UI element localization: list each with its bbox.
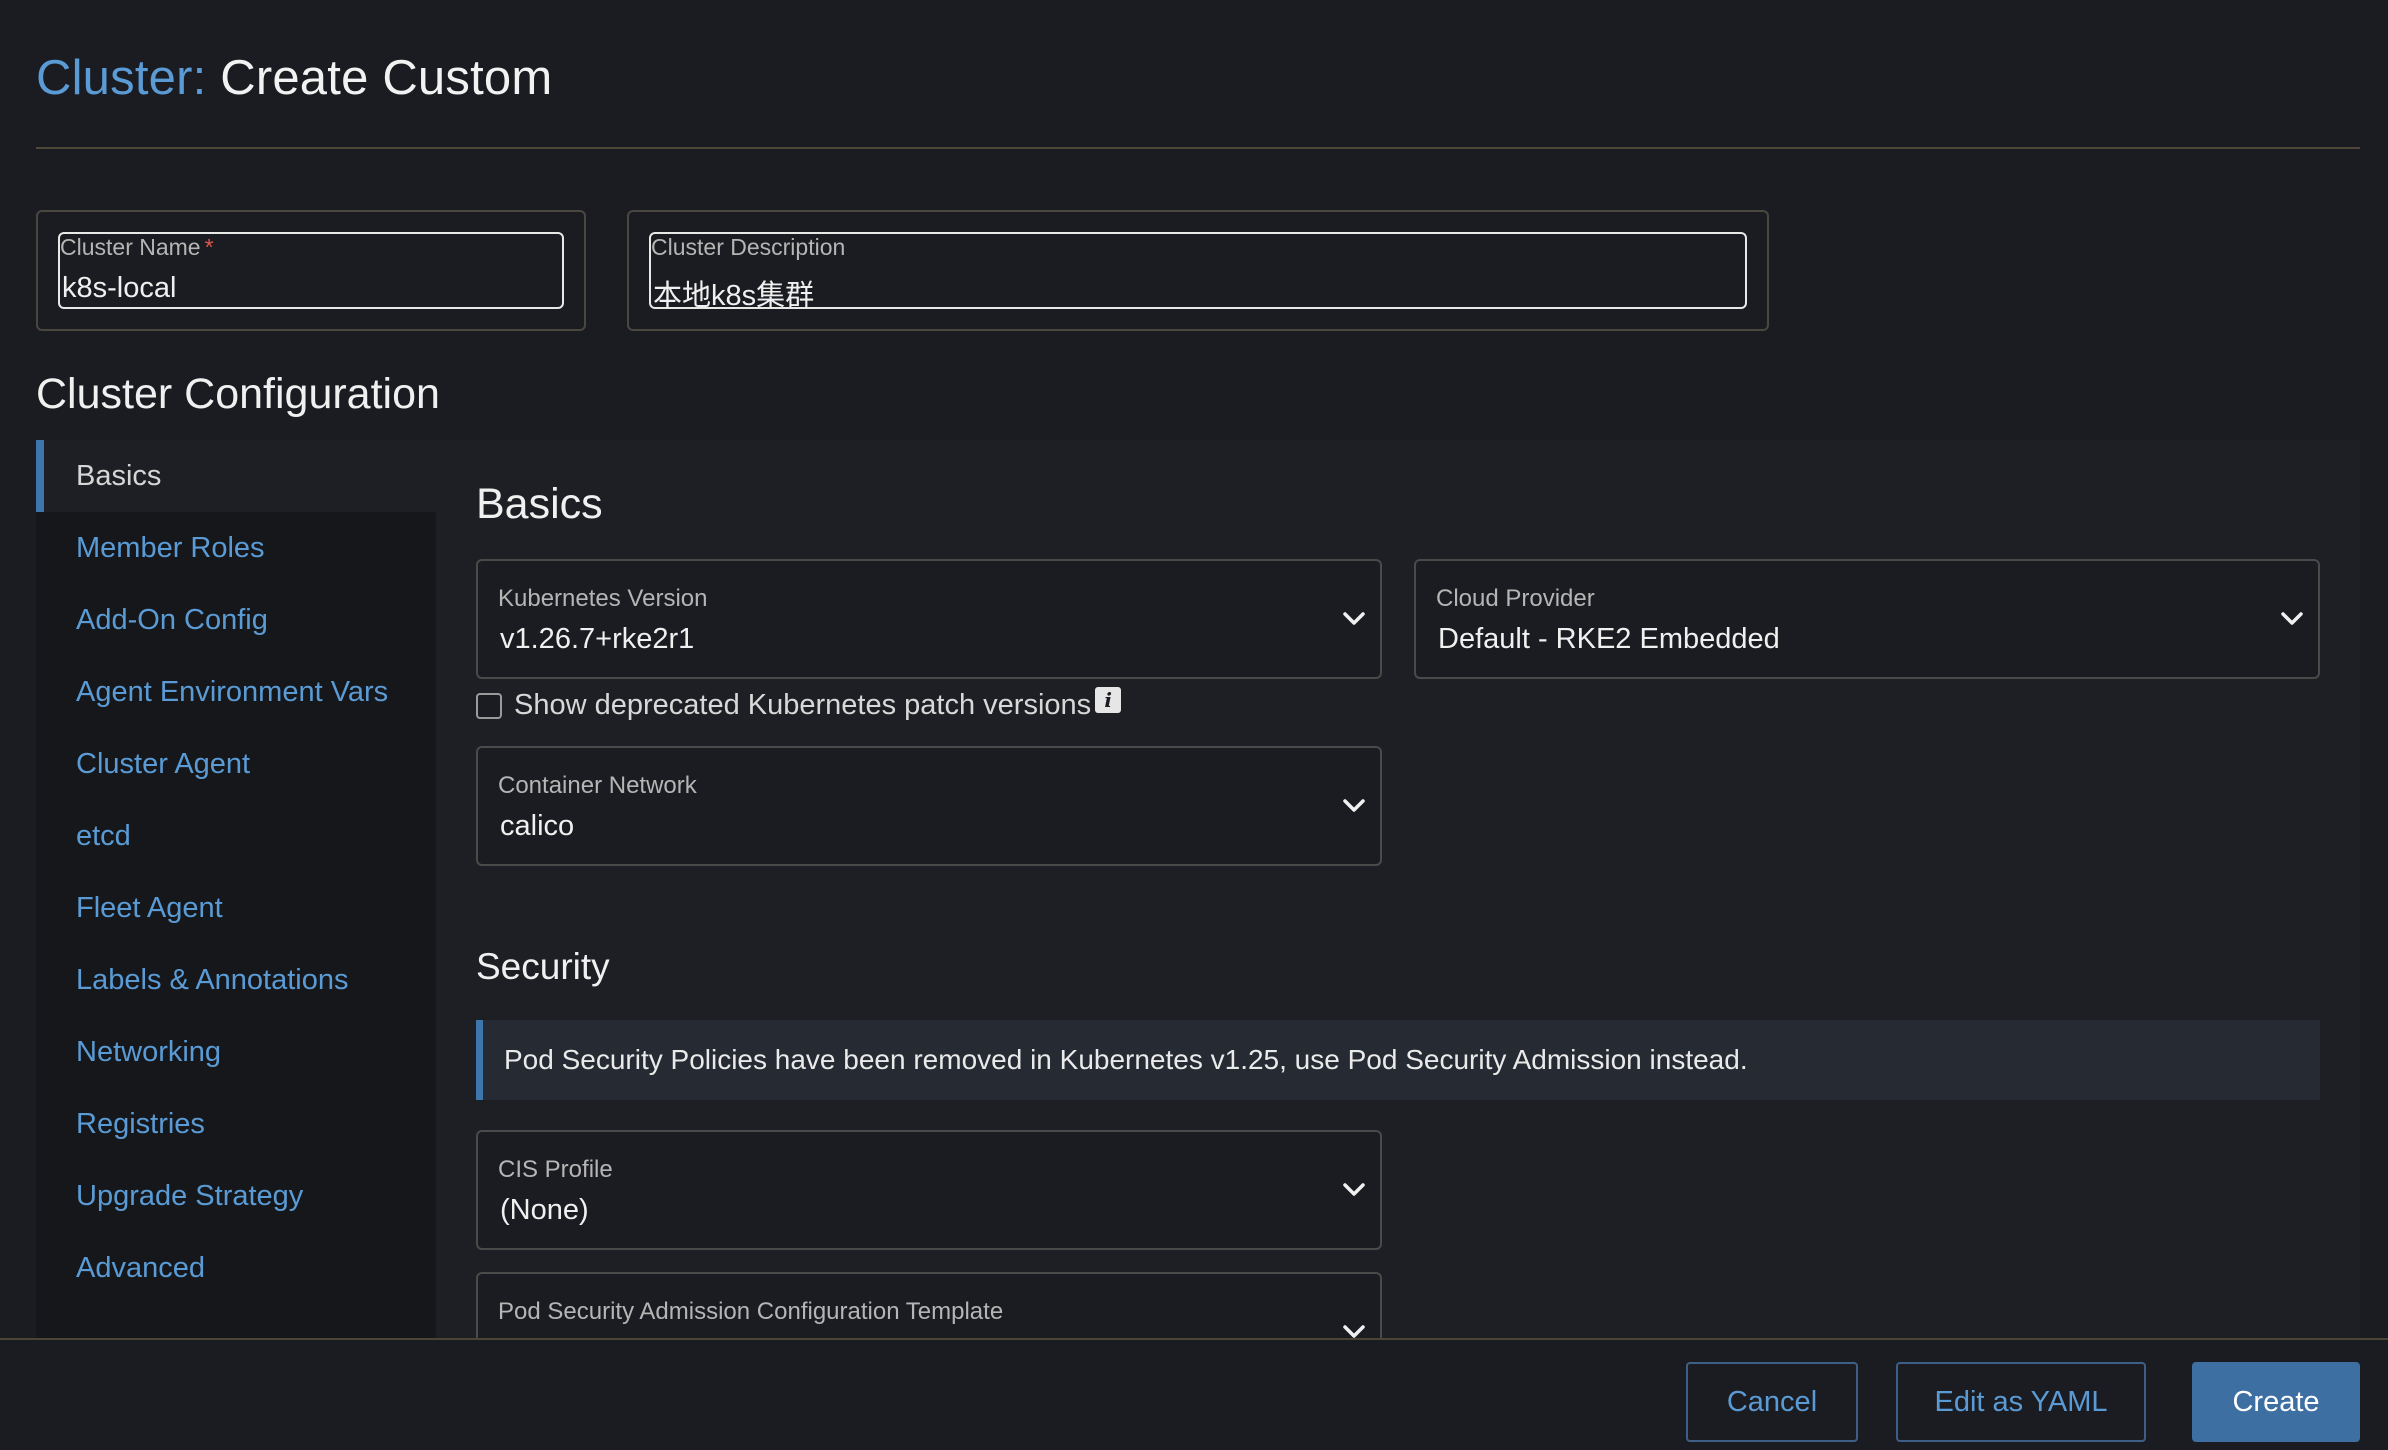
page-title: Cluster: Create Custom xyxy=(36,50,552,106)
cloud-provider-select[interactable]: Cloud Provider Default - RKE2 Embedded xyxy=(1414,559,2320,679)
header-divider xyxy=(36,147,2360,149)
container-network-select[interactable]: Container Network calico xyxy=(476,746,1382,866)
cluster-description-group: Cluster Description 本地k8s集群 xyxy=(627,210,1769,331)
create-cluster-page: Cluster: Create Custom Cluster Name * k8s… xyxy=(0,0,2388,1450)
cis-profile-select[interactable]: CIS Profile (None) xyxy=(476,1130,1382,1250)
sidebar-item-networking[interactable]: Networking xyxy=(36,1016,436,1088)
sidebar-item-upgrade-strategy[interactable]: Upgrade Strategy xyxy=(36,1160,436,1232)
kubernetes-version-label: Kubernetes Version xyxy=(498,585,708,612)
sidebar-item-member-roles[interactable]: Member Roles xyxy=(36,512,436,584)
chevron-down-icon xyxy=(1342,1178,1366,1202)
container-network-label: Container Network xyxy=(498,772,697,799)
kubernetes-version-select[interactable]: Kubernetes Version v1.26.7+rke2r1 xyxy=(476,559,1382,679)
cluster-description-label: Cluster Description xyxy=(651,234,846,260)
cluster-description-value[interactable]: 本地k8s集群 xyxy=(653,272,814,314)
psp-removed-banner: Pod Security Policies have been removed … xyxy=(476,1020,2320,1100)
cluster-configuration-panel: Basics Member Roles Add-On Config Agent … xyxy=(36,440,2360,1392)
required-mark: * xyxy=(204,234,214,260)
sidebar-item-cluster-agent[interactable]: Cluster Agent xyxy=(36,728,436,800)
chevron-down-icon xyxy=(2280,607,2304,631)
chevron-down-icon xyxy=(1342,607,1366,631)
show-deprecated-checkbox-row[interactable]: Show deprecated Kubernetes patch version… xyxy=(476,686,1122,722)
show-deprecated-checkbox[interactable] xyxy=(476,692,502,719)
info-icon[interactable]: i xyxy=(1095,686,1122,713)
cloud-provider-value: Default - RKE2 Embedded xyxy=(1438,623,1780,655)
chevron-down-icon xyxy=(1342,794,1366,818)
kubernetes-version-value: v1.26.7+rke2r1 xyxy=(500,623,695,655)
config-side-nav: Basics Member Roles Add-On Config Agent … xyxy=(36,440,436,1340)
page-title-prefix: Cluster: xyxy=(36,51,207,105)
cluster-configuration-title: Cluster Configuration xyxy=(36,370,440,418)
cluster-name-label: Cluster Name * xyxy=(60,234,214,260)
sidebar-item-fleet-agent[interactable]: Fleet Agent xyxy=(36,872,436,944)
show-deprecated-label: Show deprecated Kubernetes patch version… xyxy=(514,689,1092,721)
edit-as-yaml-button[interactable]: Edit as YAML xyxy=(1896,1362,2146,1442)
basics-heading: Basics xyxy=(476,480,603,528)
page-title-text: Create Custom xyxy=(220,51,553,105)
cluster-description-field[interactable]: Cluster Description 本地k8s集群 xyxy=(649,232,1747,312)
cancel-button[interactable]: Cancel xyxy=(1686,1362,1858,1442)
config-content: Basics Kubernetes Version v1.26.7+rke2r1… xyxy=(476,440,2356,1392)
container-network-value: calico xyxy=(500,810,575,842)
sidebar-item-add-on-config[interactable]: Add-On Config xyxy=(36,584,436,656)
cis-profile-label: CIS Profile xyxy=(498,1156,613,1183)
sidebar-item-advanced[interactable]: Advanced xyxy=(36,1232,436,1304)
security-heading: Security xyxy=(476,946,610,987)
cluster-name-field[interactable]: Cluster Name * k8s-local xyxy=(58,232,564,309)
sidebar-item-registries[interactable]: Registries xyxy=(36,1088,436,1160)
cluster-name-group: Cluster Name * k8s-local xyxy=(36,210,586,331)
sidebar-item-basics[interactable]: Basics xyxy=(36,440,436,512)
sidebar-item-labels-annotations[interactable]: Labels & Annotations xyxy=(36,944,436,1016)
cluster-name-value[interactable]: k8s-local xyxy=(62,272,176,305)
sidebar-item-etcd[interactable]: etcd xyxy=(36,800,436,872)
cis-profile-value: (None) xyxy=(500,1194,589,1226)
cloud-provider-label: Cloud Provider xyxy=(1436,585,1595,612)
sidebar-item-agent-environment-vars[interactable]: Agent Environment Vars xyxy=(36,656,436,728)
psa-template-label: Pod Security Admission Configuration Tem… xyxy=(498,1298,1004,1325)
footer-bar: Cancel Edit as YAML Create xyxy=(0,1338,2388,1450)
create-button[interactable]: Create xyxy=(2192,1362,2360,1442)
